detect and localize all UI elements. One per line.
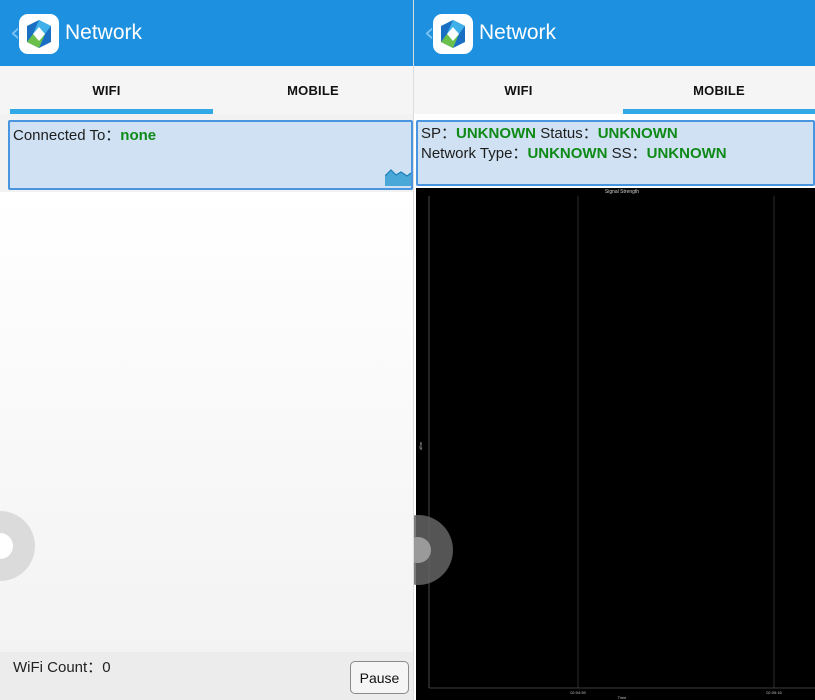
status-value: UNKNOWN — [597, 125, 678, 142]
wifi-screen: ‹ Network WIFI MOBILE Connected To：none — [0, 0, 413, 700]
app-title: Network — [65, 21, 143, 44]
chart-svg: Signal Strength dBm 02:04:59 02:05:16 Ti… — [418, 189, 815, 700]
tab-mobile[interactable]: MOBILE — [623, 66, 815, 114]
x-axis-label: Time — [618, 695, 628, 700]
network-app-logo-icon[interactable] — [433, 14, 473, 54]
network-type-label: Network Type： — [421, 145, 528, 162]
tab-wifi[interactable]: WIFI — [414, 66, 623, 114]
sp-value: UNKNOWN — [456, 125, 537, 142]
network-type-value: UNKNOWN — [527, 145, 608, 162]
ss-label: SS： — [611, 145, 647, 162]
wifi-count-label: WiFi Count： — [13, 659, 103, 676]
wifi-count: WiFi Count：0 — [13, 658, 111, 678]
mobile-screen: ‹ Network WIFI MOBILE SP：UNKNOWN Status：… — [414, 0, 815, 700]
x-tick-label: 02:05:16 — [766, 690, 782, 695]
network-app-logo-icon[interactable] — [19, 14, 59, 54]
connection-info-box: Connected To：none — [8, 120, 413, 190]
tab-wifi-label: WIFI — [92, 82, 121, 98]
tab-bar: WIFI MOBILE — [0, 66, 413, 114]
connected-to-line: Connected To：none — [13, 126, 156, 146]
pause-button[interactable]: Pause — [350, 661, 409, 694]
network-type-line: Network Type：UNKNOWN SS：UNKNOWN — [421, 144, 727, 164]
tab-wifi-label: WIFI — [504, 82, 533, 98]
wifi-list — [0, 192, 413, 652]
tab-mobile-label: MOBILE — [287, 82, 339, 98]
mobile-info-box: SP：UNKNOWN Status：UNKNOWN Network Type：U… — [416, 120, 815, 186]
ss-value: UNKNOWN — [646, 145, 727, 162]
active-tab-indicator — [623, 109, 815, 114]
x-tick-label: 02:04:59 — [570, 690, 586, 695]
status-label: Status： — [540, 125, 598, 142]
chart-title: Signal Strength — [605, 189, 639, 195]
app-title: Network — [479, 21, 557, 44]
wifi-count-value: 0 — [102, 659, 111, 676]
area-chart-icon[interactable] — [385, 166, 411, 186]
tab-mobile-label: MOBILE — [693, 82, 745, 98]
y-axis-label: dBm — [418, 441, 423, 450]
floating-assist-dot — [0, 533, 13, 559]
sp-label: SP： — [421, 125, 457, 142]
floating-assist-dot — [414, 537, 431, 563]
app-bar: ‹ Network — [414, 0, 815, 66]
active-tab-indicator — [10, 109, 213, 114]
signal-strength-chart: Signal Strength dBm 02:04:59 02:05:16 Ti… — [416, 188, 815, 700]
tab-bar: WIFI MOBILE — [414, 66, 815, 114]
sp-status-line: SP：UNKNOWN Status：UNKNOWN — [421, 124, 727, 144]
tab-mobile[interactable]: MOBILE — [213, 66, 413, 114]
tab-wifi[interactable]: WIFI — [0, 66, 213, 114]
connected-to-value: none — [120, 127, 157, 144]
app-bar: ‹ Network — [0, 0, 413, 66]
connected-to-label: Connected To： — [13, 127, 121, 144]
mobile-info-text: SP：UNKNOWN Status：UNKNOWN Network Type：U… — [421, 124, 727, 164]
